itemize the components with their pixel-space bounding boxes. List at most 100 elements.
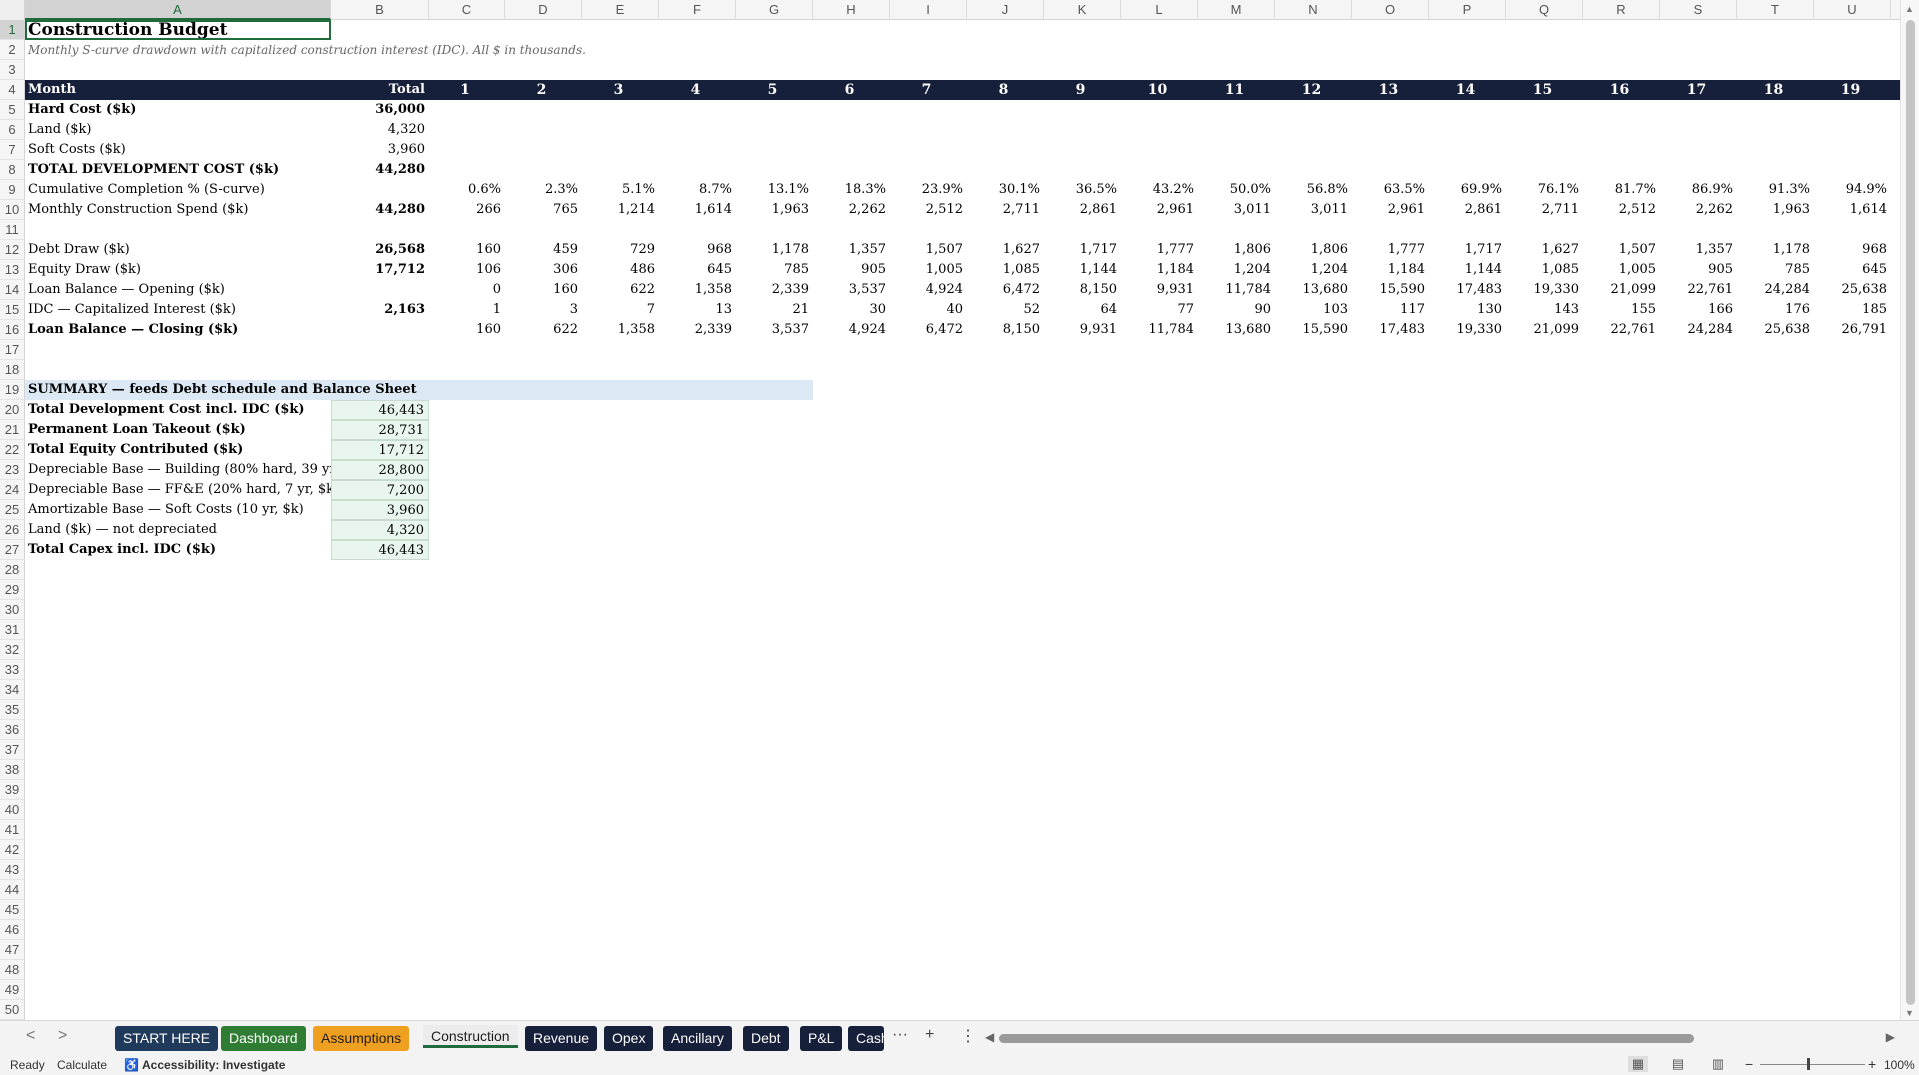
month-value[interactable]: 24,284: [1737, 280, 1814, 300]
month-value[interactable]: 15,590: [1352, 280, 1429, 300]
month-value[interactable]: 3,011: [1198, 200, 1275, 220]
month-value[interactable]: 1,777: [1352, 240, 1429, 260]
row-header-13[interactable]: 13: [0, 260, 25, 280]
row-total[interactable]: [331, 180, 429, 200]
month-value[interactable]: 1,214: [582, 200, 659, 220]
month-value[interactable]: 1,144: [1429, 260, 1506, 280]
summary-label[interactable]: Total Equity Contributed ($k): [25, 440, 331, 460]
month-value[interactable]: 3,011: [1275, 200, 1352, 220]
month-value[interactable]: 117: [1352, 300, 1429, 320]
month-value[interactable]: 266: [429, 200, 505, 220]
accessibility-status[interactable]: Accessibility: Investigate: [142, 1058, 285, 1072]
month-value[interactable]: 56.8%: [1275, 180, 1352, 200]
scroll-left-icon[interactable]: ◀: [985, 1030, 994, 1044]
month-value[interactable]: 2.3%: [505, 180, 582, 200]
horizontal-scrollbar[interactable]: ◀ ▶: [985, 1030, 1895, 1044]
month-value[interactable]: 1,507: [890, 240, 967, 260]
month-value[interactable]: 63.5%: [1352, 180, 1429, 200]
row-header-4[interactable]: 4: [0, 80, 25, 100]
month-value[interactable]: 94.9%: [1814, 180, 1891, 200]
sheet-title[interactable]: Construction Budget: [25, 20, 331, 40]
summary-label[interactable]: Permanent Loan Takeout ($k): [25, 420, 331, 440]
month-header-14[interactable]: 14: [1429, 80, 1506, 100]
month-value[interactable]: 2,711: [1506, 200, 1583, 220]
tab-opex[interactable]: Opex: [604, 1026, 654, 1051]
tab-assumptions[interactable]: Assumptions: [313, 1026, 410, 1051]
tab-cash[interactable]: Cash: [848, 1026, 884, 1051]
row-total[interactable]: [331, 320, 429, 340]
row-header-2[interactable]: 2: [0, 40, 25, 60]
month-header-8[interactable]: 8: [967, 80, 1044, 100]
row-header-49[interactable]: 49: [0, 980, 25, 1000]
row-header-38[interactable]: 38: [0, 760, 25, 780]
month-header-11[interactable]: 11: [1198, 80, 1275, 100]
month-header-5[interactable]: 5: [736, 80, 813, 100]
add-sheet-icon[interactable]: +: [925, 1026, 934, 1044]
zoom-slider-thumb[interactable]: [1807, 1058, 1810, 1070]
month-value[interactable]: 1,178: [1737, 240, 1814, 260]
row-header-46[interactable]: 46: [0, 920, 25, 940]
column-header-n[interactable]: N: [1275, 0, 1352, 20]
month-value[interactable]: 8,150: [967, 320, 1044, 340]
month-value[interactable]: 2,861: [1044, 200, 1121, 220]
month-header-4[interactable]: 4: [659, 80, 736, 100]
month-value[interactable]: 2,861: [1429, 200, 1506, 220]
month-value[interactable]: 3,537: [736, 320, 813, 340]
tab-start-here[interactable]: START HERE: [115, 1026, 219, 1051]
row-header-43[interactable]: 43: [0, 860, 25, 880]
summary-label[interactable]: Land ($k) — not depreciated: [25, 520, 331, 540]
summary-label[interactable]: Total Development Cost incl. IDC ($k): [25, 400, 331, 420]
select-all-corner[interactable]: [0, 0, 25, 20]
summary-title[interactable]: SUMMARY — feeds Debt schedule and Balanc…: [25, 380, 813, 400]
row-header-41[interactable]: 41: [0, 820, 25, 840]
month-value[interactable]: 22,761: [1660, 280, 1737, 300]
row-header-27[interactable]: 27: [0, 540, 25, 560]
summary-value[interactable]: 46,443: [331, 400, 429, 420]
month-value[interactable]: 729: [582, 240, 659, 260]
month-value[interactable]: 2,339: [659, 320, 736, 340]
month-value[interactable]: 2,262: [813, 200, 890, 220]
month-value[interactable]: 0.6%: [429, 180, 505, 200]
column-header-o[interactable]: O: [1352, 0, 1429, 20]
month-value[interactable]: 21: [736, 300, 813, 320]
row-header-48[interactable]: 48: [0, 960, 25, 980]
month-value[interactable]: 1,777: [1121, 240, 1198, 260]
normal-view-icon[interactable]: ▦: [1628, 1056, 1648, 1072]
month-header-7[interactable]: 7: [890, 80, 967, 100]
row-header-40[interactable]: 40: [0, 800, 25, 820]
row-header-31[interactable]: 31: [0, 620, 25, 640]
month-value[interactable]: 1,357: [1660, 240, 1737, 260]
month-value[interactable]: 1,627: [967, 240, 1044, 260]
month-value[interactable]: 1,178: [736, 240, 813, 260]
month-value[interactable]: 1,005: [890, 260, 967, 280]
column-header-h[interactable]: H: [813, 0, 890, 20]
column-header-p[interactable]: P: [1429, 0, 1506, 20]
month-value[interactable]: 1,184: [1352, 260, 1429, 280]
month-value[interactable]: 3: [505, 300, 582, 320]
page-layout-view-icon[interactable]: ▤: [1668, 1056, 1688, 1072]
month-value[interactable]: 2,711: [967, 200, 1044, 220]
column-header-k[interactable]: K: [1044, 0, 1121, 20]
column-header-c[interactable]: C: [429, 0, 505, 20]
row-header-42[interactable]: 42: [0, 840, 25, 860]
month-value[interactable]: 40: [890, 300, 967, 320]
horizontal-scroll-thumb[interactable]: [999, 1034, 1694, 1043]
row-header-5[interactable]: 5: [0, 100, 25, 120]
month-header-2[interactable]: 2: [505, 80, 582, 100]
vertical-scrollbar[interactable]: ▲ ▼: [1900, 0, 1919, 1020]
summary-label[interactable]: Depreciable Base — FF&E (20% hard, 7 yr,…: [25, 480, 331, 500]
row-header-3[interactable]: 3: [0, 60, 25, 80]
summary-label[interactable]: Total Capex incl. IDC ($k): [25, 540, 331, 560]
month-header-label[interactable]: Month: [25, 80, 331, 100]
month-value[interactable]: 1,005: [1583, 260, 1660, 280]
month-value[interactable]: 306: [505, 260, 582, 280]
month-value[interactable]: 160: [505, 280, 582, 300]
month-value[interactable]: 8,150: [1044, 280, 1121, 300]
month-value[interactable]: 130: [1429, 300, 1506, 320]
row-header-36[interactable]: 36: [0, 720, 25, 740]
month-header-13[interactable]: 13: [1352, 80, 1429, 100]
month-value[interactable]: 968: [1814, 240, 1891, 260]
month-value[interactable]: 76.1%: [1506, 180, 1583, 200]
row-total[interactable]: 4,320: [331, 120, 429, 140]
row-header-45[interactable]: 45: [0, 900, 25, 920]
